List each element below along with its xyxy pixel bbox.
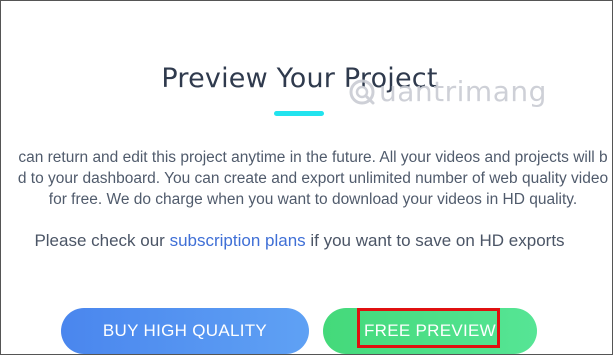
description-line: can return and edit this project anytime… <box>18 149 608 166</box>
watermark: uantrimang <box>347 75 547 108</box>
subscription-suffix: if you want to save on HD exports <box>305 231 565 250</box>
description-text: can return and edit this project anytime… <box>1 147 612 210</box>
watermark-text: uantrimang <box>379 75 547 108</box>
subscription-plans-link[interactable]: subscription plans <box>170 231 306 250</box>
description-line: d to your dashboard. You can create and … <box>17 170 609 187</box>
dialog-frame: Preview Your Project uantrimang can retu… <box>0 0 613 355</box>
logo-icon <box>347 77 377 107</box>
description-line: for free. We do charge when you want to … <box>48 191 578 208</box>
subscription-note: Please check our subscription plans if y… <box>1 231 598 251</box>
title-underline <box>274 111 324 116</box>
free-preview-button[interactable]: FREE PREVIEW <box>323 308 537 354</box>
buy-high-quality-button[interactable]: BUY HIGH QUALITY <box>61 308 309 354</box>
subscription-prefix: Please check our <box>34 231 170 250</box>
